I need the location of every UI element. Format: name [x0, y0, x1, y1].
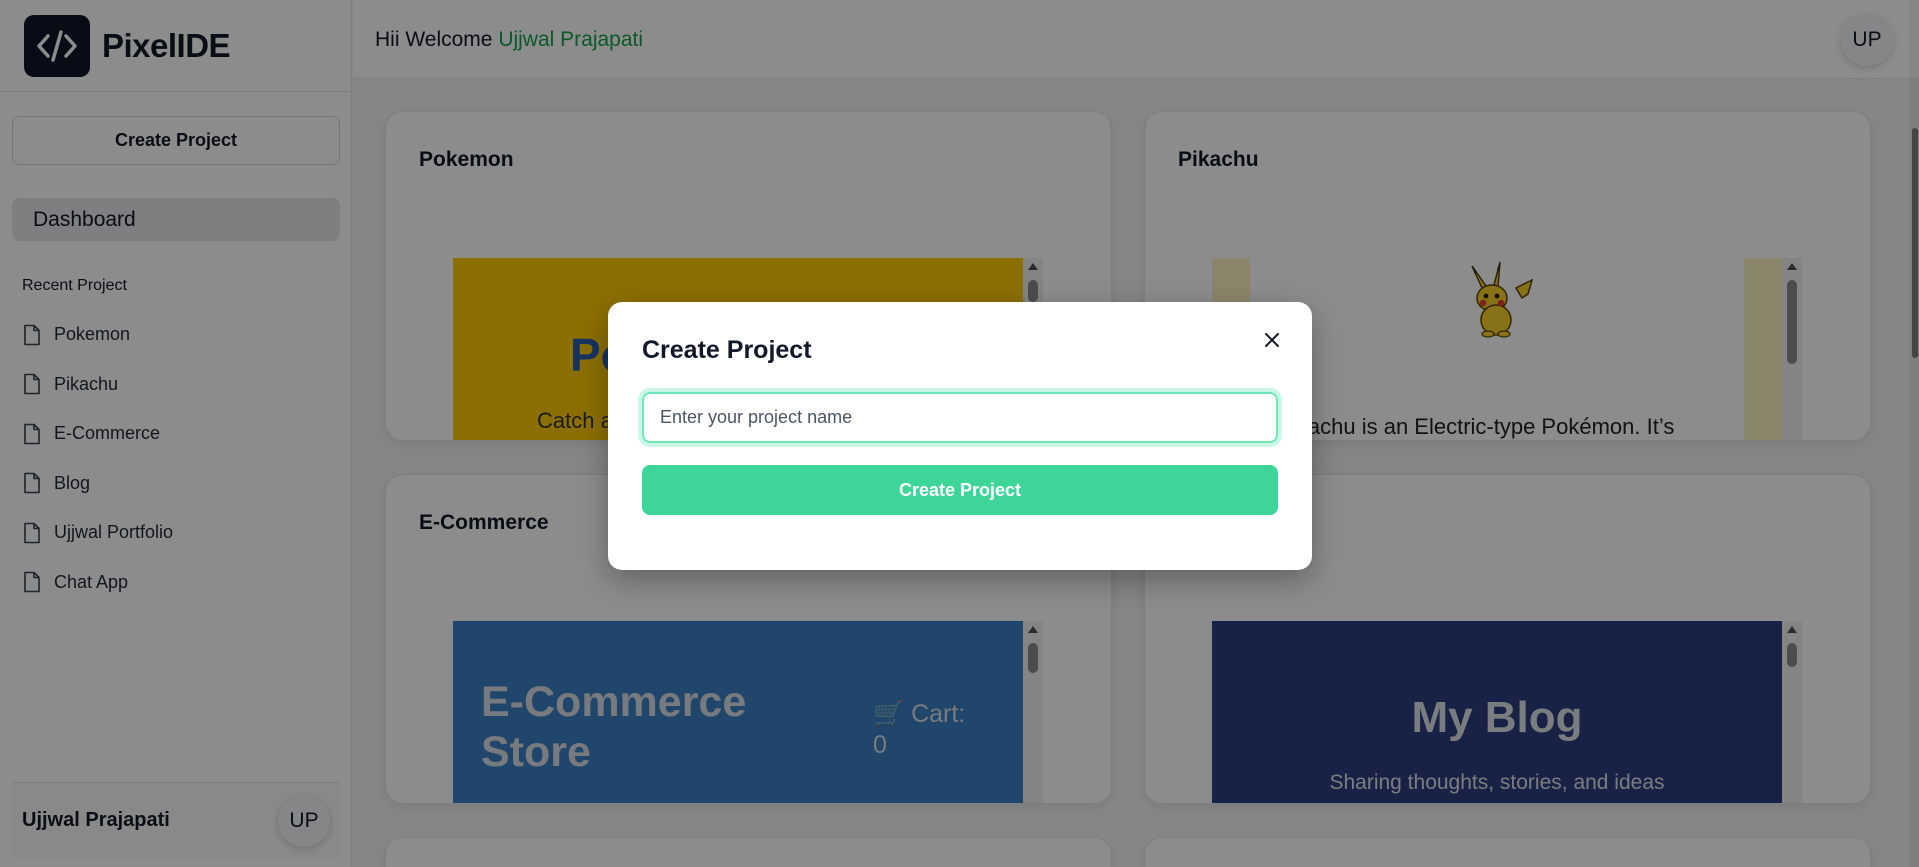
create-project-submit-button[interactable]: Create Project [642, 465, 1278, 515]
create-project-modal: Create Project Create Project [608, 302, 1312, 570]
close-icon[interactable] [1258, 326, 1286, 354]
project-name-input[interactable] [642, 392, 1278, 443]
modal-title: Create Project [642, 336, 812, 364]
